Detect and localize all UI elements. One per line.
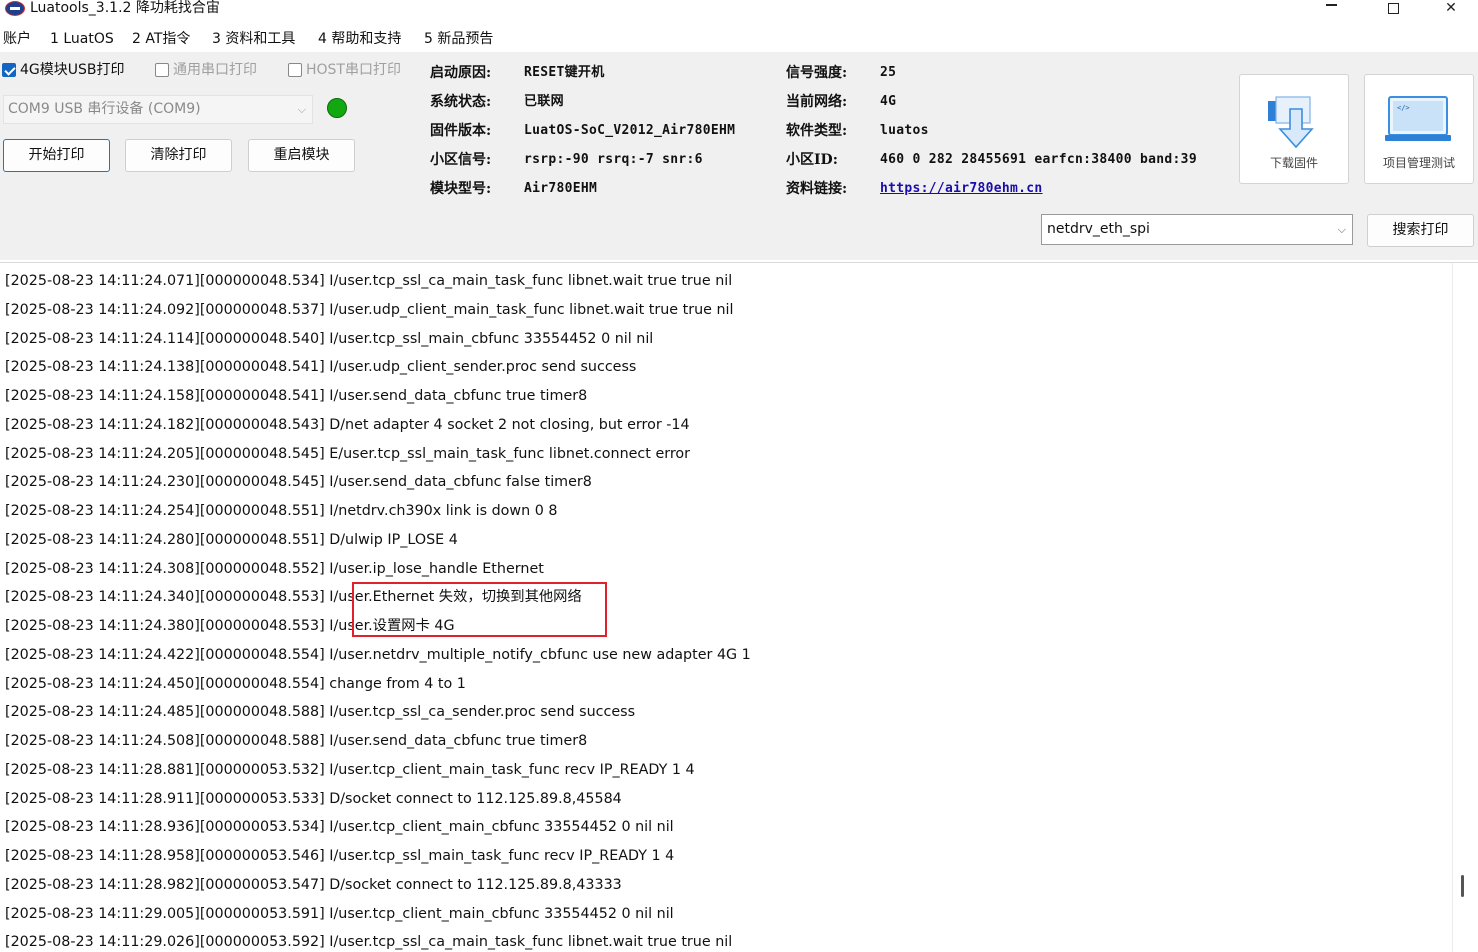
module-model-label: 模块型号: — [430, 181, 492, 197]
log-line: [2025-08-23 14:11:24.308][000000048.552]… — [5, 560, 544, 577]
annotation-highlight-box — [352, 582, 607, 637]
software-type-value: luatos — [880, 123, 929, 138]
log-line: [2025-08-23 14:11:28.911][000000053.533]… — [5, 790, 622, 807]
download-firmware-label: 下载固件 — [1269, 156, 1318, 170]
log-line: [2025-08-23 14:11:24.254][000000048.551]… — [5, 503, 558, 519]
chevron-down-icon: ⌵ — [297, 103, 306, 116]
log-line: [2025-08-23 14:11:24.450][000000048.554]… — [5, 675, 466, 692]
log-line: [2025-08-23 14:11:24.138][000000048.541]… — [5, 359, 637, 376]
maximize-button[interactable] — [1370, 0, 1416, 18]
scrollbar-thumb[interactable] — [1461, 875, 1464, 897]
boot-reason-value: RESET键开机 — [524, 65, 605, 80]
code-badge: </> — [1397, 104, 1410, 112]
host-print-label: HOST串口打印 — [306, 62, 401, 78]
host-print-checkbox[interactable]: HOST串口打印 — [288, 61, 401, 79]
search-print-button[interactable]: 搜索打印 — [1367, 214, 1474, 247]
uart-print-label: 通用串口打印 — [173, 62, 257, 78]
cell-signal-value: rsrp:-90 rsrq:-7 snr:6 — [524, 152, 703, 167]
download-firmware-icon — [1268, 96, 1314, 149]
cell-id-value: 460 0 282 28455691 earfcn:38400 band:39 — [880, 152, 1197, 167]
scrollbar[interactable] — [1452, 263, 1478, 952]
control-panel: 4G模块USB打印 通用串口打印 HOST串口打印 COM9 USB 串行设备 … — [0, 52, 1478, 260]
signal-strength-label: 信号强度: — [786, 65, 848, 81]
log-filter-value: netdrv_eth_spi — [1047, 221, 1150, 237]
log-line: [2025-08-23 14:11:29.026][000000053.592]… — [5, 934, 733, 951]
close-icon: ✕ — [1445, 0, 1457, 16]
log-filter-input[interactable]: netdrv_eth_spi ⌵ — [1041, 214, 1353, 245]
port-select-value: COM9 USB 串行设备 (COM9) — [8, 101, 201, 117]
menu-help-support[interactable]: 4 帮助和支持 — [318, 30, 401, 48]
chevron-down-icon: ⌵ — [1337, 223, 1346, 236]
window-title: Luatools_3.1.2 降功耗找合宙 — [30, 0, 220, 16]
close-button[interactable]: ✕ — [1428, 0, 1474, 18]
minimize-button[interactable] — [1308, 0, 1354, 18]
boot-reason-label: 启动原因: — [430, 65, 492, 81]
system-status-value: 已联网 — [524, 94, 564, 109]
docs-link[interactable]: https://air780ehm.cn — [880, 180, 1043, 198]
log-line: [2025-08-23 14:11:28.958][000000053.546]… — [5, 848, 675, 864]
project-management-icon: </> — [1385, 96, 1451, 141]
checkbox-unchecked-icon — [155, 63, 169, 77]
system-status-label: 系统状态: — [430, 94, 492, 110]
checkbox-checked-icon — [2, 63, 16, 77]
connection-status-indicator — [327, 98, 347, 118]
log-line: [2025-08-23 14:11:24.230][000000048.545]… — [5, 474, 592, 491]
log-output[interactable]: [2025-08-23 14:11:24.071][000000048.534]… — [0, 262, 1478, 952]
log-line: [2025-08-23 14:11:24.422][000000048.554]… — [5, 646, 751, 663]
log-line: [2025-08-23 14:11:28.982][000000053.547]… — [5, 876, 622, 893]
menu-at-commands[interactable]: 2 AT指令 — [132, 30, 190, 48]
log-line: [2025-08-23 14:11:24.280][000000048.551]… — [5, 531, 458, 548]
log-line: [2025-08-23 14:11:24.205][000000048.545]… — [5, 445, 691, 462]
log-line: [2025-08-23 14:11:24.071][000000048.534]… — [5, 273, 733, 289]
log-line: [2025-08-23 14:11:24.092][000000048.537]… — [5, 301, 734, 318]
project-management-label: 项目管理测试 — [1382, 156, 1455, 170]
docs-link-label: 资料链接: — [786, 181, 848, 197]
menu-docs-tools[interactable]: 3 资料和工具 — [212, 30, 295, 48]
cell-id-label: 小区ID: — [786, 152, 838, 168]
current-network-value: 4G — [880, 94, 897, 109]
software-type-label: 软件类型: — [786, 123, 848, 139]
signal-strength-value: 25 — [880, 65, 897, 80]
app-logo-icon — [5, 1, 25, 16]
current-network-label: 当前网络: — [786, 94, 848, 110]
log-line: [2025-08-23 14:11:24.114][000000048.540]… — [5, 330, 654, 347]
usb4g-print-checkbox[interactable]: 4G模块USB打印 — [2, 61, 125, 79]
menu-bar: 账户 1 LuatOS 2 AT指令 3 资料和工具 4 帮助和支持 5 新品预… — [0, 26, 1478, 50]
log-line: [2025-08-23 14:11:24.182][000000048.543]… — [5, 416, 690, 433]
minimize-icon — [1325, 4, 1337, 6]
maximize-icon — [1387, 3, 1399, 14]
firmware-version-label: 固件版本: — [430, 123, 492, 139]
menu-luatos[interactable]: 1 LuatOS — [50, 30, 114, 48]
checkbox-unchecked-icon — [288, 63, 302, 77]
log-line: [2025-08-23 14:11:24.485][000000048.588]… — [5, 704, 636, 721]
log-line: [2025-08-23 14:11:24.158][000000048.541]… — [5, 388, 588, 404]
restart-module-button[interactable]: 重启模块 — [248, 139, 355, 172]
log-line: [2025-08-23 14:11:29.005][000000053.591]… — [5, 905, 674, 922]
menu-new-products[interactable]: 5 新品预告 — [424, 30, 493, 48]
uart-print-checkbox[interactable]: 通用串口打印 — [155, 61, 257, 79]
usb4g-print-label: 4G模块USB打印 — [20, 62, 125, 78]
log-line: [2025-08-23 14:11:24.508][000000048.588]… — [5, 733, 588, 749]
title-bar: Luatools_3.1.2 降功耗找合宙 ✕ — [0, 0, 1478, 26]
firmware-version-value: LuatOS-SoC_V2012_Air780EHM — [524, 123, 736, 138]
download-firmware-button[interactable]: 下载固件 — [1239, 74, 1349, 184]
log-line: [2025-08-23 14:11:28.881][000000053.532]… — [5, 761, 695, 778]
cell-signal-label: 小区信号: — [430, 152, 492, 168]
clear-print-button[interactable]: 清除打印 — [125, 139, 232, 172]
project-management-button[interactable]: </> 项目管理测试 — [1364, 74, 1474, 184]
log-line: [2025-08-23 14:11:28.936][000000053.534]… — [5, 819, 674, 836]
menu-account[interactable]: 账户 — [3, 30, 31, 48]
start-print-button[interactable]: 开始打印 — [3, 139, 110, 172]
module-model-value: Air780EHM — [524, 181, 598, 196]
port-select[interactable]: COM9 USB 串行设备 (COM9) ⌵ — [3, 95, 313, 124]
